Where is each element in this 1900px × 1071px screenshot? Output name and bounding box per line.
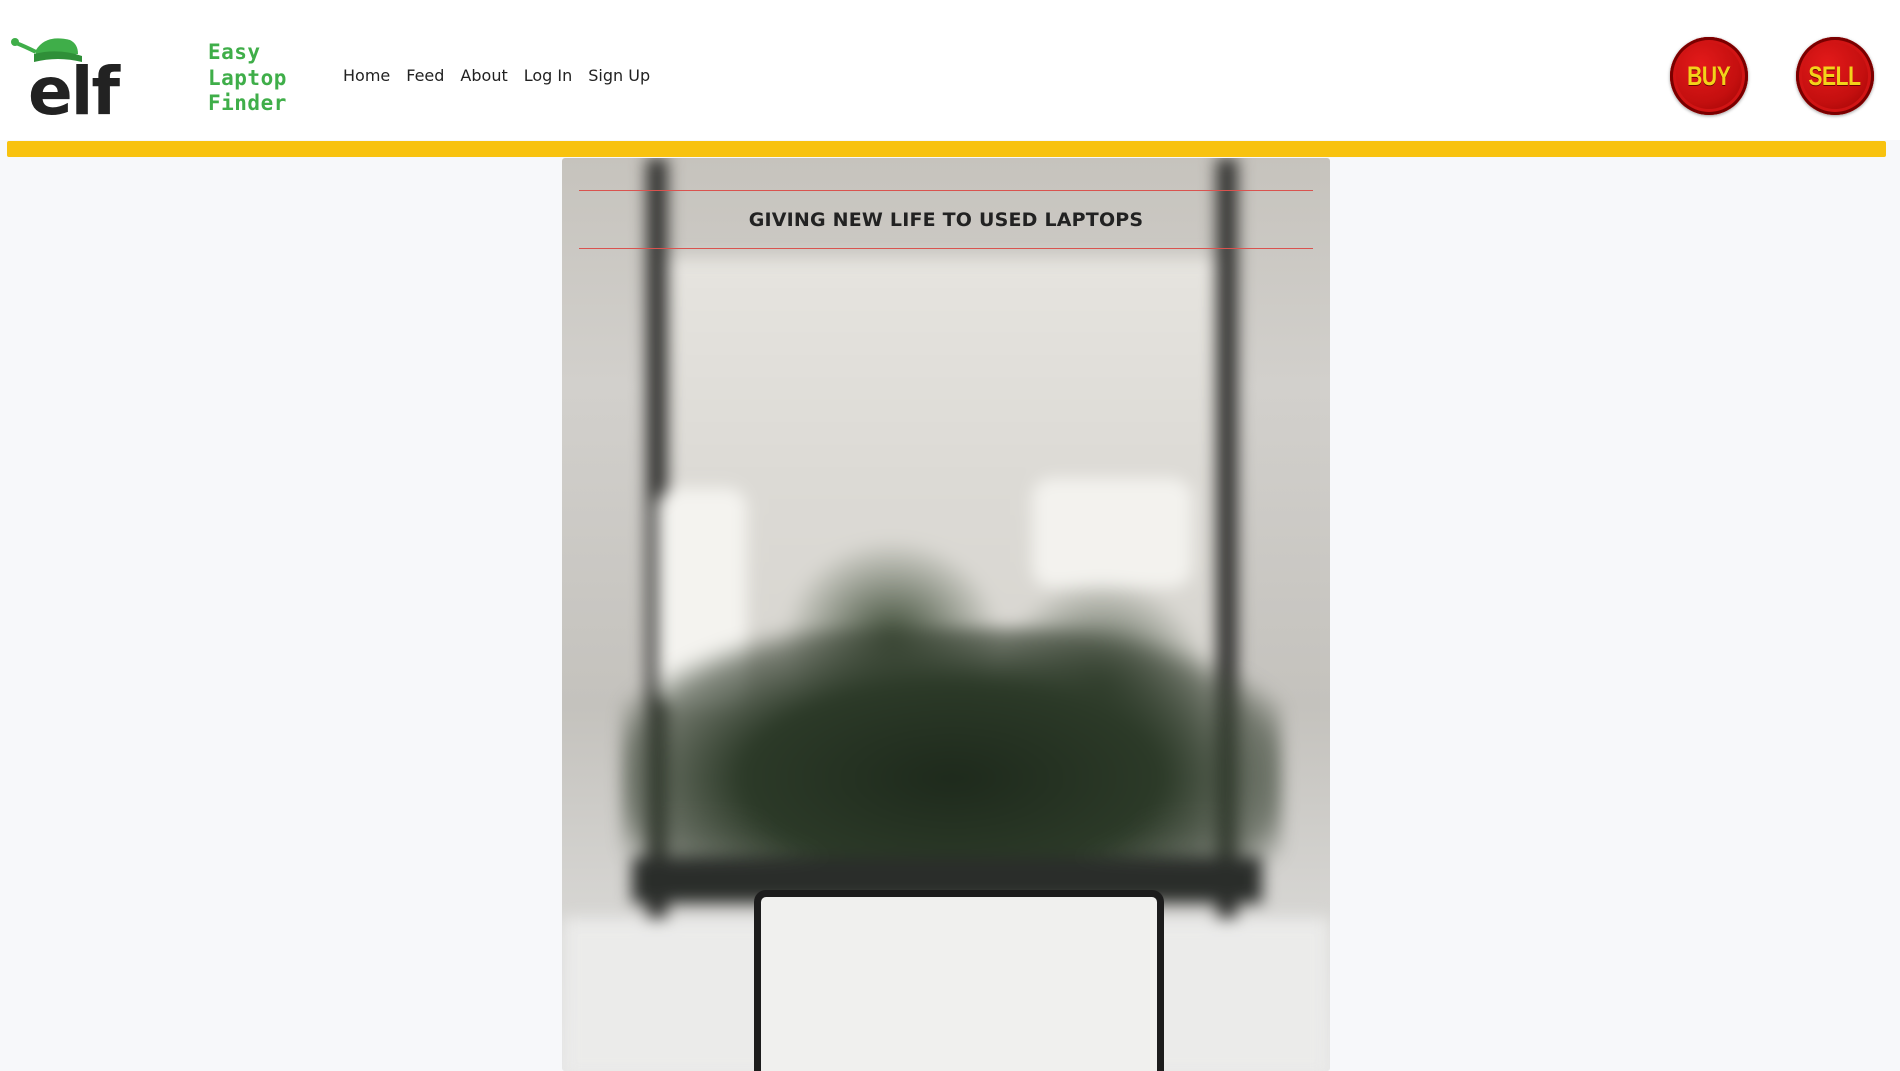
hero-banner: GIVING NEW LIFE TO USED LAPTOPS: [562, 158, 1330, 1071]
hero-title: GIVING NEW LIFE TO USED LAPTOPS: [748, 208, 1144, 231]
tagline-line-easy: Easy: [208, 40, 261, 64]
buy-button-label: BUY: [1687, 60, 1731, 91]
sell-button-label: SELL: [1808, 60, 1862, 91]
tagline-line-laptop: Laptop: [208, 65, 287, 90]
sell-button[interactable]: SELL: [1796, 37, 1874, 115]
hero-title-box: GIVING NEW LIFE TO USED LAPTOPS: [579, 190, 1313, 249]
logo-tagline: Easy Laptop Finder: [208, 40, 287, 117]
elf-hat-logo-icon: elf: [11, 38, 123, 120]
site-header: elf Easy Laptop Finder Home Feed About L…: [0, 0, 1900, 140]
nav-feed-link[interactable]: Feed: [406, 66, 444, 85]
nav-login-link[interactable]: Log In: [524, 66, 573, 85]
elf-logo[interactable]: elf Easy Laptop Finder: [6, 30, 306, 120]
laptop-image: [754, 890, 1164, 1071]
nav-signup-link[interactable]: Sign Up: [588, 66, 650, 85]
buy-button[interactable]: BUY: [1670, 37, 1748, 115]
nav-about-link[interactable]: About: [460, 66, 507, 85]
accent-divider-bar: [7, 141, 1886, 157]
main-nav: Home Feed About Log In Sign Up: [343, 66, 650, 85]
nav-home-link[interactable]: Home: [343, 66, 390, 85]
tagline-line-finder: Finder: [208, 91, 287, 115]
logo-letters: elf: [28, 53, 121, 120]
